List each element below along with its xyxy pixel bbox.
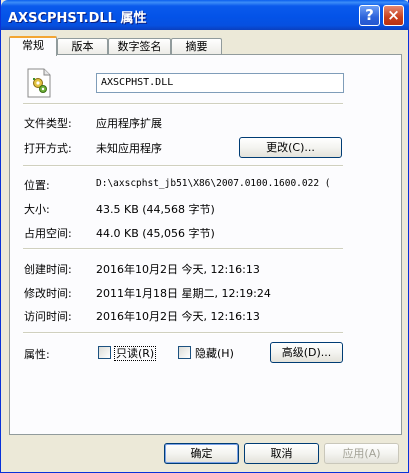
tab-summary[interactable]: 摘要 bbox=[171, 38, 222, 55]
window-title: AXSCPHST.DLL 属性 bbox=[8, 11, 147, 26]
size-value: 43.5 KB (44,568 字节) bbox=[96, 203, 215, 216]
readonly-checkbox-label[interactable]: 只读(R) bbox=[114, 345, 157, 361]
tab-digital-signatures[interactable]: 数字签名 bbox=[108, 38, 171, 55]
readonly-checkbox[interactable] bbox=[98, 346, 111, 359]
size-on-disk-value: 44.0 KB (45,056 字节) bbox=[96, 227, 215, 240]
help-button[interactable]: ? bbox=[359, 5, 380, 26]
hidden-checkbox[interactable] bbox=[178, 346, 191, 359]
created-label: 创建时间: bbox=[24, 263, 72, 276]
size-on-disk-label: 占用空间: bbox=[24, 227, 72, 240]
separator bbox=[23, 248, 343, 250]
opens-with-label: 打开方式: bbox=[24, 142, 72, 155]
close-button[interactable]: × bbox=[383, 5, 404, 26]
separator bbox=[23, 332, 343, 334]
accessed-value: 2016年10月2日 今天, 12:16:13 bbox=[96, 310, 260, 323]
cancel-button[interactable]: 取消 bbox=[244, 443, 319, 464]
attributes-label: 属性: bbox=[24, 348, 50, 361]
separator bbox=[23, 103, 343, 105]
file-type-label: 文件类型: bbox=[24, 117, 72, 130]
created-value: 2016年10月2日 今天, 12:16:13 bbox=[96, 263, 260, 276]
opens-with-value: 未知应用程序 bbox=[96, 142, 162, 155]
tab-version[interactable]: 版本 bbox=[57, 38, 108, 55]
file-type-value: 应用程序扩展 bbox=[96, 117, 162, 130]
modified-label: 修改时间: bbox=[24, 287, 72, 300]
properties-dialog: AXSCPHST.DLL 属性 ? × 常规 版本 数字签名 摘要 AXSCPH… bbox=[0, 0, 409, 473]
dll-file-icon bbox=[27, 68, 51, 98]
ok-button[interactable]: 确定 bbox=[164, 443, 239, 464]
hidden-checkbox-label[interactable]: 隐藏(H) bbox=[195, 345, 234, 361]
modified-value: 2011年1月18日 星期二, 12:19:24 bbox=[96, 287, 271, 300]
location-value: D:\axscphst_jb51\X86\2007.0100.1600.022 … bbox=[96, 178, 331, 189]
accessed-label: 访问时间: bbox=[24, 310, 72, 323]
file-name-field[interactable]: AXSCPHST.DLL bbox=[96, 73, 344, 93]
advanced-button[interactable]: 高级(D)... bbox=[270, 342, 343, 363]
change-button[interactable]: 更改(C)... bbox=[239, 137, 342, 158]
title-bar[interactable]: AXSCPHST.DLL 属性 ? × bbox=[1, 0, 409, 30]
tab-general[interactable]: 常规 bbox=[9, 36, 57, 56]
size-label: 大小: bbox=[24, 203, 50, 216]
apply-button[interactable]: 应用(A) bbox=[324, 443, 399, 464]
separator bbox=[23, 165, 343, 167]
location-label: 位置: bbox=[24, 179, 50, 192]
readonly-label-text: 只读(R) bbox=[114, 346, 157, 361]
general-tab-panel bbox=[9, 54, 402, 435]
